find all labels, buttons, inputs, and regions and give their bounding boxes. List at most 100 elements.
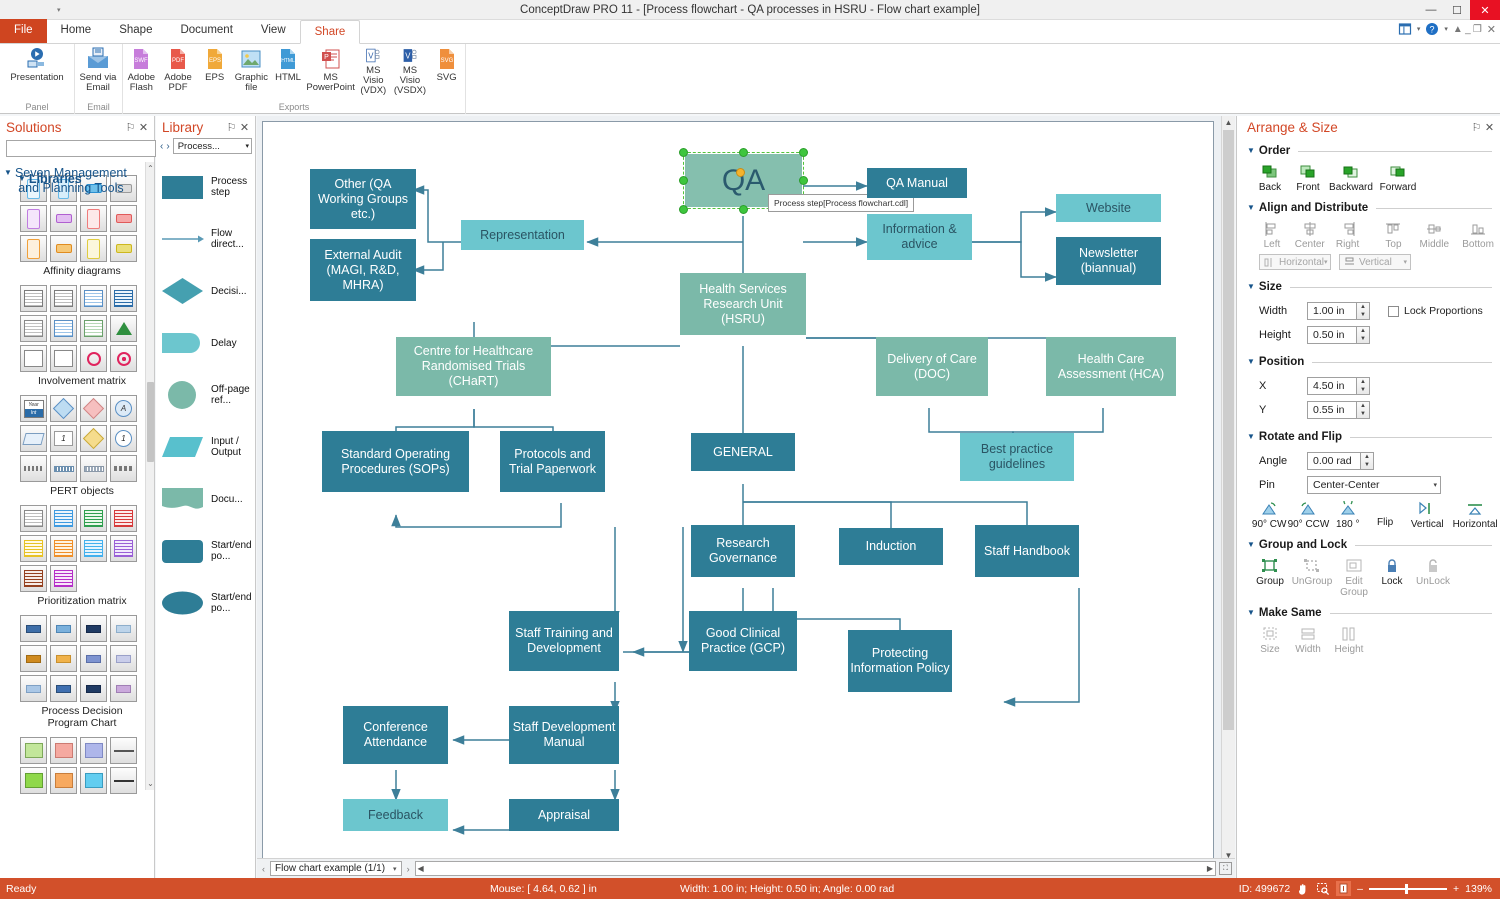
node-good-clinical-practice[interactable]: Good Clinical Practice (GCP) xyxy=(689,611,797,671)
selection-handle[interactable] xyxy=(679,148,688,157)
shape-thumb[interactable] xyxy=(50,315,77,342)
pin-select[interactable]: Center-Center ▾ xyxy=(1307,476,1441,494)
restore-icon[interactable]: ❐ xyxy=(1473,24,1482,35)
library-item-process-step[interactable]: Process step xyxy=(160,161,253,213)
make-same-height-button[interactable]: Height xyxy=(1327,626,1371,655)
library-prev-button[interactable]: ‹ xyxy=(160,141,163,152)
node-newsletter[interactable]: Newsletter (biannual) xyxy=(1056,237,1161,285)
shape-thumb[interactable] xyxy=(20,615,47,642)
make-same-size-button[interactable]: Size xyxy=(1251,626,1289,655)
chevron-down-icon[interactable]: ▼ xyxy=(1247,280,1255,294)
node-research-governance[interactable]: Research Governance xyxy=(691,525,795,577)
node-external-audit[interactable]: External Audit (MAGI, R&D, MHRA) xyxy=(310,239,416,301)
spin-down-icon[interactable]: ▼ xyxy=(1357,386,1369,394)
presentation-button[interactable]: Presentation xyxy=(2,44,72,96)
align-bottom-button[interactable]: Bottom xyxy=(1456,221,1500,250)
rotate-180-button[interactable]: 180 ° xyxy=(1330,501,1366,530)
shape-thumb[interactable]: 1 xyxy=(110,425,137,452)
spin-down-icon[interactable]: ▼ xyxy=(1357,311,1369,319)
fit-page-icon[interactable] xyxy=(1336,881,1352,896)
section-align-header[interactable]: ▼ Align and Distribute xyxy=(1237,199,1500,217)
align-top-button[interactable]: Top xyxy=(1375,221,1413,250)
node-delivery-of-care[interactable]: Delivery of Care (DOC) xyxy=(876,337,988,396)
shape-thumb[interactable] xyxy=(80,535,107,562)
chevron-down-icon[interactable]: ▼ xyxy=(1247,201,1255,215)
shape-thumb[interactable] xyxy=(110,315,137,342)
shape-thumb[interactable] xyxy=(20,425,47,452)
library-close-button[interactable]: ✕ xyxy=(238,121,251,134)
chevron-down-icon[interactable]: ▾ xyxy=(1433,481,1437,489)
node-other-qa-working-groups[interactable]: Other (QA Working Groups etc.) xyxy=(310,169,416,229)
align-middle-button[interactable]: Middle xyxy=(1412,221,1456,250)
solutions-close-button[interactable]: ✕ xyxy=(137,121,150,134)
library-item-delay[interactable]: Delay xyxy=(160,317,253,369)
pan-hand-icon[interactable] xyxy=(1296,882,1310,896)
selection-handle[interactable] xyxy=(799,148,808,157)
export-adobe-pdf-button[interactable]: PDF Adobe PDF xyxy=(160,44,197,96)
page-next-button[interactable]: › xyxy=(405,864,412,874)
selection-handle[interactable] xyxy=(679,176,688,185)
node-feedback[interactable]: Feedback xyxy=(343,799,448,831)
shape-thumb[interactable] xyxy=(110,535,137,562)
order-front-button[interactable]: Front xyxy=(1289,164,1327,193)
library-item-document[interactable]: Docu... xyxy=(160,473,253,525)
section-order-header[interactable]: ▼ Order xyxy=(1237,142,1500,160)
library-item-input-output[interactable]: Input / Output xyxy=(160,421,253,473)
flip-vertical-button[interactable]: Vertical xyxy=(1404,501,1450,530)
shape-thumb[interactable] xyxy=(20,737,47,764)
shape-thumb[interactable] xyxy=(20,675,47,702)
shape-thumb[interactable] xyxy=(20,315,47,342)
node-hsru[interactable]: Health Services Research Unit (HSRU) xyxy=(680,273,806,335)
tab-share[interactable]: Share xyxy=(299,20,361,44)
shape-thumb[interactable] xyxy=(20,535,47,562)
shape-thumb[interactable] xyxy=(20,645,47,672)
library-pin-button[interactable]: ⚐ xyxy=(225,121,238,134)
shape-thumb[interactable] xyxy=(80,767,107,794)
chevron-down-icon[interactable]: ▼ xyxy=(18,172,26,186)
tree-node-libraries[interactable]: ▼ Libraries xyxy=(4,171,82,188)
shape-thumb[interactable] xyxy=(20,205,47,232)
shape-thumb[interactable] xyxy=(50,675,77,702)
checkbox-box[interactable] xyxy=(1388,305,1399,317)
library-item-decision[interactable]: Decisi... xyxy=(160,265,253,317)
node-staff-development-manual[interactable]: Staff Development Manual xyxy=(509,706,619,764)
height-stepper[interactable]: ▲ ▼ xyxy=(1357,326,1370,344)
shape-thumb[interactable] xyxy=(50,205,77,232)
shape-thumb[interactable] xyxy=(20,455,47,482)
make-same-width-button[interactable]: Width xyxy=(1289,626,1327,655)
position-x-stepper[interactable]: ▲ ▼ xyxy=(1357,377,1370,395)
order-forward-button[interactable]: Forward xyxy=(1375,164,1421,193)
spin-up-icon[interactable]: ▲ xyxy=(1361,453,1373,461)
section-make-same-header[interactable]: ▼ Make Same xyxy=(1237,604,1500,622)
shape-thumb[interactable] xyxy=(110,675,137,702)
shape-thumb[interactable] xyxy=(50,737,77,764)
library-item-off-page-reference[interactable]: Off-page ref... xyxy=(160,369,253,421)
page-tab[interactable]: Flow chart example (1/1) ▾ xyxy=(270,861,402,876)
solutions-search-input[interactable] xyxy=(6,140,156,157)
ungroup-button[interactable]: UnGroup xyxy=(1289,558,1335,598)
position-y-stepper[interactable]: ▲ ▼ xyxy=(1357,401,1370,419)
export-ms-powerpoint-button[interactable]: P MS PowerPoint xyxy=(306,44,355,96)
shape-thumb[interactable] xyxy=(50,565,77,592)
node-appraisal[interactable]: Appraisal xyxy=(509,799,619,831)
distribute-vertical-select[interactable]: Vertical ▾ xyxy=(1339,254,1411,270)
group-button[interactable]: Group xyxy=(1251,558,1289,598)
node-conference-attendance[interactable]: Conference Attendance xyxy=(343,706,448,764)
zoom-out-button[interactable]: – xyxy=(1357,883,1363,895)
shape-thumb[interactable] xyxy=(80,345,107,372)
shape-thumb[interactable] xyxy=(110,205,137,232)
shape-thumb[interactable] xyxy=(20,285,47,312)
order-backward-button[interactable]: Backward xyxy=(1327,164,1375,193)
shape-thumb[interactable] xyxy=(20,235,47,262)
shape-thumb[interactable] xyxy=(110,455,137,482)
node-information-advice[interactable]: Information & advice xyxy=(867,214,972,260)
chevron-down-icon[interactable]: ▾ xyxy=(1417,25,1421,33)
document-page[interactable]: Other (QA Working Groups etc.) External … xyxy=(262,121,1214,861)
library-item-flow-direction[interactable]: Flow direct... xyxy=(160,213,253,265)
scroll-right-icon[interactable]: ▶ xyxy=(1205,864,1215,873)
maximize-button[interactable]: ☐ xyxy=(1444,0,1470,20)
node-sops[interactable]: Standard Operating Procedures (SOPs) xyxy=(322,431,469,492)
chevron-down-icon[interactable]: ▾ xyxy=(245,142,249,150)
position-x-input[interactable]: 4.50 in xyxy=(1307,377,1357,395)
spin-down-icon[interactable]: ▼ xyxy=(1357,335,1369,343)
